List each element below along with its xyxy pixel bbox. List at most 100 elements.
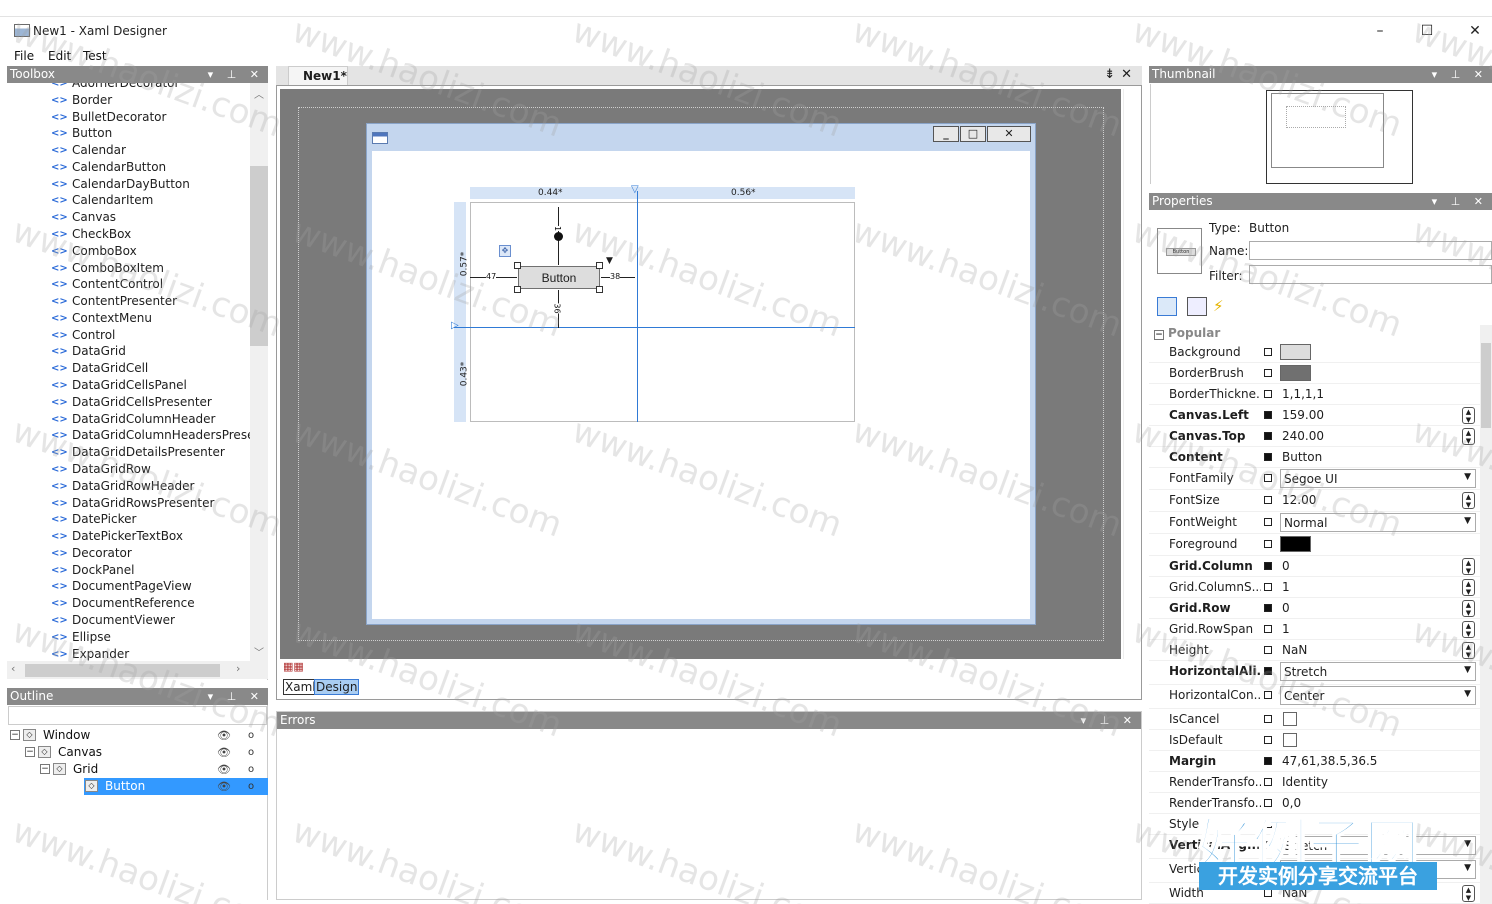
- toolbox-item[interactable]: <> Control: [7, 327, 250, 344]
- property-marker-icon[interactable]: [1264, 583, 1272, 591]
- menu-file[interactable]: File: [14, 49, 34, 63]
- tab-xaml[interactable]: Xaml: [283, 679, 318, 695]
- document-tab[interactable]: New1*: [288, 66, 348, 85]
- row-ruler[interactable]: [454, 202, 466, 422]
- property-marker-icon[interactable]: [1264, 778, 1272, 786]
- toolbox-item[interactable]: <> Ellipse: [7, 629, 250, 646]
- spinner-icon[interactable]: ▲ ▼: [1462, 885, 1475, 902]
- alphabetical-view-icon[interactable]: [1187, 297, 1207, 316]
- row-marker-icon[interactable]: ▷: [451, 320, 459, 331]
- toolbox-item[interactable]: <> AdornerDecorator: [7, 83, 250, 92]
- property-marker-icon[interactable]: [1264, 757, 1272, 765]
- expander-icon[interactable]: −: [40, 764, 50, 774]
- lock-toggle-icon[interactable]: o: [248, 727, 254, 744]
- property-dropdown[interactable]: Normal ▼: [1280, 513, 1476, 532]
- grid-element[interactable]: [470, 202, 855, 422]
- toolbox-item[interactable]: <> DatePicker: [7, 511, 250, 528]
- smart-tag-icon[interactable]: ▼: [606, 256, 613, 266]
- pane-buttons[interactable]: ▾ ⊥ ✕: [1432, 193, 1488, 210]
- property-marker-icon[interactable]: [1264, 562, 1272, 570]
- toolbox-item[interactable]: <> Calendar: [7, 142, 250, 159]
- property-marker-icon[interactable]: [1264, 411, 1272, 419]
- column-splitter[interactable]: [637, 191, 638, 422]
- property-marker-icon[interactable]: [1264, 432, 1272, 440]
- spinner-icon[interactable]: ▲ ▼: [1462, 600, 1475, 617]
- lock-toggle-icon[interactable]: o: [248, 761, 254, 778]
- category-popular[interactable]: − Popular: [1149, 325, 1480, 342]
- property-value[interactable]: 0: [1282, 601, 1290, 615]
- scroll-right-icon[interactable]: ›: [236, 662, 240, 675]
- toolbox-item[interactable]: <> CalendarItem: [7, 192, 250, 209]
- toolbox-item[interactable]: <> Canvas: [7, 209, 250, 226]
- toolbox-item[interactable]: <> DocumentViewer: [7, 612, 250, 629]
- scroll-up-icon[interactable]: ︿: [254, 86, 264, 101]
- toolbox-item[interactable]: <> DocumentPageView: [7, 578, 250, 595]
- property-marker-icon[interactable]: [1264, 540, 1272, 548]
- color-swatch[interactable]: [1280, 344, 1311, 360]
- toolbox-item[interactable]: <> DataGridColumnHeader: [7, 411, 250, 428]
- property-marker-icon[interactable]: [1264, 390, 1272, 398]
- property-dropdown[interactable]: Center ▼: [1280, 686, 1476, 705]
- property-value[interactable]: 47,61,38.5,36.5: [1282, 754, 1377, 768]
- property-value[interactable]: NaN: [1282, 643, 1307, 657]
- property-marker-icon[interactable]: [1264, 667, 1272, 675]
- toolbox-item[interactable]: <> DataGridRowHeader: [7, 478, 250, 495]
- expander-icon[interactable]: −: [10, 730, 20, 740]
- move-handle-icon[interactable]: ✥: [499, 245, 511, 257]
- property-checkbox[interactable]: [1283, 733, 1297, 747]
- property-value[interactable]: Button: [1282, 450, 1322, 464]
- designed-window[interactable]: _ □ ✕ 0.44* 0.56* ▽ 0.57* 0.43* ▷ 1 36 4…: [366, 123, 1036, 625]
- toolbox-item[interactable]: <> Button: [7, 125, 250, 142]
- outline-node[interactable]: − ◇ Grid 👁 o: [7, 761, 268, 778]
- color-swatch[interactable]: [1280, 536, 1311, 552]
- property-value[interactable]: 159.00: [1282, 408, 1324, 422]
- property-checkbox[interactable]: [1283, 712, 1297, 726]
- zoom-icons[interactable]: ▦▦: [283, 660, 304, 673]
- property-value[interactable]: 12.00: [1282, 493, 1316, 507]
- spinner-icon[interactable]: ▲ ▼: [1462, 558, 1475, 575]
- pane-buttons[interactable]: ▾ ⊥ ✕: [1081, 712, 1137, 729]
- property-value[interactable]: 0: [1282, 559, 1290, 573]
- collapse-icon[interactable]: −: [1154, 330, 1164, 340]
- toolbox-item[interactable]: <> DataGrid: [7, 343, 250, 360]
- document-pane-buttons[interactable]: ⇟✕: [1104, 67, 1138, 82]
- toolbox-item[interactable]: <> DataGridRow: [7, 461, 250, 478]
- filter-input[interactable]: [1249, 265, 1492, 284]
- toolbox-item[interactable]: <> DataGridCell: [7, 360, 250, 377]
- property-value[interactable]: Identity: [1282, 775, 1328, 789]
- lock-toggle-icon[interactable]: o: [248, 744, 254, 761]
- chevron-down-icon[interactable]: ▼: [1464, 516, 1471, 526]
- property-marker-icon[interactable]: [1264, 715, 1272, 723]
- spinner-icon[interactable]: ▲ ▼: [1462, 428, 1475, 445]
- events-icon[interactable]: ⚡: [1213, 297, 1224, 315]
- chevron-down-icon[interactable]: ▼: [1464, 665, 1471, 675]
- toolbox-item[interactable]: <> BulletDecorator: [7, 109, 250, 126]
- chevron-down-icon[interactable]: ▼: [1464, 839, 1471, 849]
- toolbox-item[interactable]: <> DataGridDetailsPresenter: [7, 444, 250, 461]
- toolbox-hscroll-thumb[interactable]: [25, 664, 220, 677]
- chevron-down-icon[interactable]: ▼: [1464, 863, 1471, 873]
- menu-test[interactable]: Test: [83, 49, 107, 63]
- tab-design[interactable]: Design: [314, 679, 360, 695]
- thumbnail-viewport[interactable]: [1266, 90, 1413, 184]
- categorized-view-icon[interactable]: [1157, 297, 1177, 316]
- property-marker-icon[interactable]: [1264, 646, 1272, 654]
- pane-buttons[interactable]: ▾ ⊥ ✕: [208, 688, 264, 705]
- property-marker-icon[interactable]: [1264, 625, 1272, 633]
- column-ruler[interactable]: [470, 187, 855, 199]
- toolbox-item[interactable]: <> DocumentReference: [7, 595, 250, 612]
- scroll-left-icon[interactable]: ‹: [11, 662, 15, 675]
- property-value[interactable]: 1: [1282, 580, 1290, 594]
- toolbox-item[interactable]: <> DataGridColumnHeadersPresent: [7, 427, 250, 444]
- name-input[interactable]: [1249, 241, 1492, 260]
- expander-icon[interactable]: −: [25, 747, 35, 757]
- designer-vertical-scrollbar[interactable]: [1123, 89, 1139, 659]
- scroll-down-icon[interactable]: ﹀: [254, 644, 264, 659]
- minimize-button[interactable]: –: [1357, 17, 1403, 46]
- spinner-icon[interactable]: ▲ ▼: [1462, 492, 1475, 509]
- visibility-eye-icon[interactable]: 👁: [217, 727, 231, 744]
- toolbox-item[interactable]: <> ContextMenu: [7, 310, 250, 327]
- property-value[interactable]: 240.00: [1282, 429, 1324, 443]
- outline-node[interactable]: ◇ Button 👁 o: [7, 778, 268, 795]
- outline-node[interactable]: − ◇ Window 👁 o: [7, 727, 268, 744]
